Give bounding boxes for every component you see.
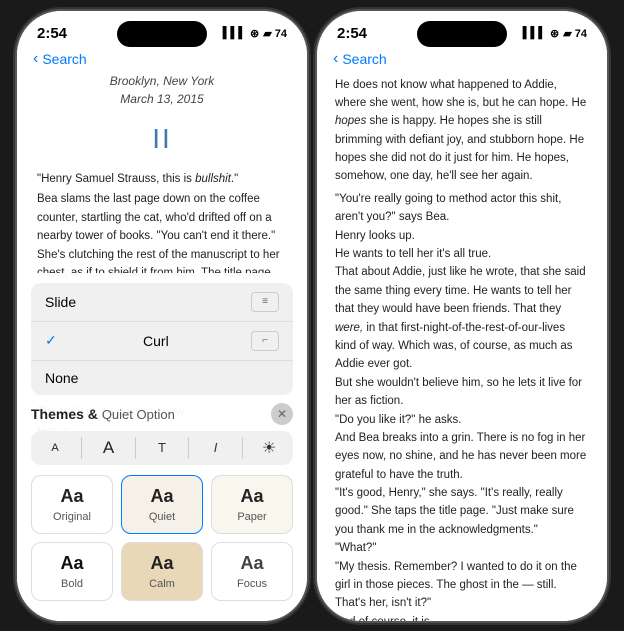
font-small-btn[interactable]: A [41, 442, 69, 454]
curl-label: Curl [143, 333, 169, 349]
right-para-12: And of course, it is. [335, 613, 589, 621]
right-para-5: That about Addie, just like he wrote, th… [335, 263, 589, 373]
back-arrow-icon: ‹ [33, 50, 38, 68]
right-battery-icon: ▰ 74 [563, 27, 587, 40]
slide-icon: ≡ [251, 292, 279, 312]
theme-paper[interactable]: Aa Paper [211, 475, 293, 534]
right-para-4: He wants to tell her it's all true. [335, 245, 589, 263]
left-phone: 2:54 ▌▌▌ ⊛ ▰ 74 ‹ Search Brooklyn, New Y… [17, 11, 307, 621]
theme-original-label: Original [53, 511, 91, 523]
theme-focus[interactable]: Aa Focus [211, 542, 293, 601]
slide-option-curl[interactable]: ✓ Curl ⌐ [31, 322, 293, 361]
phones-container: 2:54 ▌▌▌ ⊛ ▰ 74 ‹ Search Brooklyn, New Y… [17, 11, 607, 621]
battery-icon: ▰ 74 [263, 27, 287, 40]
theme-calm[interactable]: Aa Calm [121, 542, 203, 601]
right-wifi-icon: ⊛ [550, 27, 559, 40]
theme-calm-aa: Aa [150, 553, 173, 574]
right-signal-icon: ▌▌▌ [523, 27, 546, 39]
right-para-3: Henry looks up. [335, 227, 589, 245]
font-controls-row: A A T I ☀ [31, 431, 293, 465]
wifi-icon: ⊛ [250, 27, 259, 40]
right-para-2: "You're really going to method actor thi… [335, 190, 589, 227]
right-para-9: "It's good, Henry," she says. "It's real… [335, 484, 589, 539]
curl-icon: ⌐ [251, 331, 279, 351]
right-phone-inner: 2:54 ▌▌▌ ⊛ ▰ 74 ‹ Search He does not kno… [317, 11, 607, 621]
right-para-10: "What?" [335, 539, 589, 557]
font-style-icon[interactable]: I [202, 437, 230, 459]
font-divider-4 [242, 437, 243, 459]
chapter-number: II [37, 117, 287, 160]
signal-icon: ▌▌▌ [223, 27, 246, 39]
theme-grid: Aa Original Aa Quiet Aa Paper Aa Bold [31, 475, 293, 601]
right-para-6: But she wouldn't believe him, so he lets… [335, 374, 589, 411]
right-nav-label[interactable]: Search [342, 51, 386, 67]
theme-calm-label: Calm [149, 578, 175, 590]
brightness-icon[interactable]: ☀ [255, 437, 283, 459]
font-divider-1 [81, 437, 82, 459]
font-divider-2 [135, 437, 136, 459]
curl-check: ✓ [45, 332, 57, 349]
slide-options-container: Slide ≡ ✓ Curl ⌐ None [31, 283, 293, 395]
theme-original[interactable]: Aa Original [31, 475, 113, 534]
none-label: None [45, 370, 78, 386]
right-book-content: He does not know what happened to Addie,… [317, 72, 607, 621]
font-divider-3 [188, 437, 189, 459]
theme-paper-aa: Aa [240, 486, 263, 507]
para-1: "Henry Samuel Strauss, this is bullshit.… [37, 170, 287, 188]
overlay-panel: Slide ≡ ✓ Curl ⌐ None Themes & Qui [17, 273, 307, 621]
book-header-line2: March 13, 2015 [37, 90, 287, 109]
right-back-arrow-icon: ‹ [333, 50, 338, 68]
left-phone-inner: 2:54 ▌▌▌ ⊛ ▰ 74 ‹ Search Brooklyn, New Y… [17, 11, 307, 621]
right-para-8: And Bea breaks into a grin. There is no … [335, 429, 589, 484]
right-status-bar: 2:54 ▌▌▌ ⊛ ▰ 74 [317, 11, 607, 46]
themes-title: Themes & Quiet Option [31, 406, 175, 422]
theme-focus-label: Focus [237, 578, 267, 590]
right-para-11: "My thesis. Remember? I wanted to do it … [335, 558, 589, 613]
font-family-icon[interactable]: T [148, 437, 176, 459]
close-button[interactable]: ✕ [271, 403, 293, 425]
right-time: 2:54 [337, 25, 367, 42]
theme-original-aa: Aa [60, 486, 83, 507]
left-nav-label[interactable]: Search [42, 51, 86, 67]
right-nav-bar[interactable]: ‹ Search [317, 46, 607, 72]
right-phone: 2:54 ▌▌▌ ⊛ ▰ 74 ‹ Search He does not kno… [317, 11, 607, 621]
slide-label: Slide [45, 294, 76, 310]
slide-option-slide[interactable]: Slide ≡ [31, 283, 293, 322]
theme-quiet-aa: Aa [150, 486, 173, 507]
slide-option-none[interactable]: None [31, 361, 293, 395]
quiet-option-label: Quiet Option [102, 407, 175, 422]
left-status-icons: ▌▌▌ ⊛ ▰ 74 [223, 27, 287, 40]
right-para-7: "Do you like it?" he asks. [335, 411, 589, 429]
left-status-bar: 2:54 ▌▌▌ ⊛ ▰ 74 [17, 11, 307, 46]
theme-paper-label: Paper [237, 511, 266, 523]
theme-focus-aa: Aa [240, 553, 263, 574]
right-para-1: He does not know what happened to Addie,… [335, 76, 589, 186]
theme-quiet[interactable]: Aa Quiet [121, 475, 203, 534]
left-time: 2:54 [37, 25, 67, 42]
theme-quiet-label: Quiet [149, 511, 175, 523]
left-nav-bar[interactable]: ‹ Search [17, 46, 307, 72]
book-header-line1: Brooklyn, New York [37, 72, 287, 91]
book-header: Brooklyn, New York March 13, 2015 [37, 72, 287, 109]
themes-header: Themes & Quiet Option ✕ [31, 403, 293, 425]
font-large-btn[interactable]: A [95, 438, 123, 458]
theme-bold-aa: Aa [60, 553, 83, 574]
right-status-icons: ▌▌▌ ⊛ ▰ 74 [523, 27, 587, 40]
theme-bold[interactable]: Aa Bold [31, 542, 113, 601]
theme-bold-label: Bold [61, 578, 83, 590]
